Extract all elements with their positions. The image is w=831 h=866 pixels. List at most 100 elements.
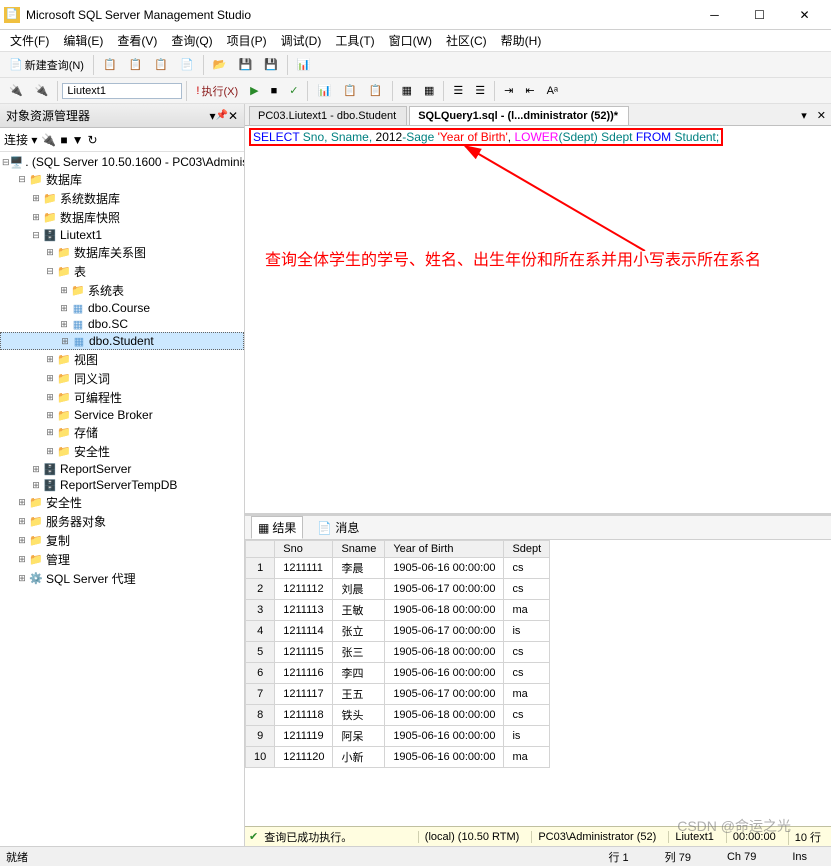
debug-button[interactable]: ▶: [245, 81, 263, 100]
tree-management[interactable]: ⊞📁管理: [0, 550, 244, 569]
save-all-button[interactable]: 💾: [259, 55, 283, 74]
grid-cell: 1211115: [275, 642, 333, 663]
tree-replication[interactable]: ⊞📁复制: [0, 531, 244, 550]
tabs-close-icon[interactable]: ✕: [812, 106, 831, 125]
tree-server-root[interactable]: ⊟🖥️. (SQL Server 10.50.1600 - PC03\Admin…: [0, 154, 244, 170]
table-row[interactable]: 61211116李四1905-06-16 00:00:00cs: [246, 663, 550, 684]
tree-synonyms[interactable]: ⊞📁同义词: [0, 369, 244, 388]
tree-table-student[interactable]: ⊞▦dbo.Student: [0, 332, 244, 350]
menu-file[interactable]: 文件(F): [4, 30, 55, 51]
grid-header-cell[interactable]: [246, 541, 275, 558]
menu-project[interactable]: 项目(P): [221, 30, 273, 51]
watermark: CSDN @命运之光: [677, 816, 791, 836]
close-panel-icon[interactable]: ✕: [228, 109, 238, 123]
sql-editor[interactable]: SELECT Sno, Sname, 2012-Sage 'Year of Bi…: [245, 126, 831, 516]
table-row[interactable]: 31211113王敏1905-06-18 00:00:00ma: [246, 600, 550, 621]
tabs-dropdown-icon[interactable]: ▾: [796, 106, 812, 125]
pin-icon[interactable]: 📌: [215, 110, 227, 121]
filter-icon[interactable]: ▼: [72, 133, 84, 147]
tree-db-liutext1[interactable]: ⊟🗄️Liutext1: [0, 227, 244, 243]
tree-sys-tables[interactable]: ⊞📁系统表: [0, 281, 244, 300]
tree-sys-databases[interactable]: ⊞📁系统数据库: [0, 189, 244, 208]
grid-cell: 1905-06-16 00:00:00: [385, 747, 504, 768]
tree-table-sc[interactable]: ⊞▦dbo.SC: [0, 316, 244, 332]
toolbar-extra-2[interactable]: 📋: [338, 81, 362, 100]
maximize-button[interactable]: ☐: [737, 1, 782, 29]
parse-button[interactable]: ✓: [284, 81, 303, 100]
menu-edit[interactable]: 编辑(E): [57, 30, 109, 51]
tree-reportservertempdb[interactable]: ⊞🗄️ReportServerTempDB: [0, 477, 244, 493]
toolbar-connect-icon[interactable]: 🔌: [4, 81, 28, 100]
table-row[interactable]: 71211117王五1905-06-17 00:00:00ma: [246, 684, 550, 705]
connect-icon-1[interactable]: 🔌: [41, 133, 56, 147]
toolbar-extra-3[interactable]: 📋: [364, 81, 388, 100]
minimize-button[interactable]: ─: [692, 1, 737, 29]
table-row[interactable]: 91211119阿呆1905-06-16 00:00:00is: [246, 726, 550, 747]
indent-button[interactable]: ⇥: [499, 81, 518, 100]
tree-server-objects[interactable]: ⊞📁服务器对象: [0, 512, 244, 531]
menu-tools[interactable]: 工具(T): [329, 30, 380, 51]
status-ins: Ins: [774, 851, 825, 863]
tab-sqlquery1[interactable]: SQLQuery1.sql - (l...dministrator (52))*: [409, 106, 629, 125]
execute-button[interactable]: ! 执行(X): [191, 80, 243, 102]
toolbar-extra-1[interactable]: 📊: [312, 81, 336, 100]
tree-db-snapshots[interactable]: ⊞📁数据库快照: [0, 208, 244, 227]
grid-header-cell[interactable]: Sname: [333, 541, 385, 558]
tree-databases[interactable]: ⊟📁数据库: [0, 170, 244, 189]
menu-query[interactable]: 查询(Q): [165, 30, 218, 51]
tree-db-security[interactable]: ⊞📁安全性: [0, 442, 244, 461]
results-text-icon[interactable]: ▦: [419, 81, 439, 100]
refresh-icon[interactable]: ↻: [87, 133, 97, 147]
tree-tables[interactable]: ⊟📁表: [0, 262, 244, 281]
connect-icon-2[interactable]: ■: [60, 133, 67, 147]
table-row[interactable]: 41211114张立1905-06-17 00:00:00is: [246, 621, 550, 642]
save-button[interactable]: 💾: [234, 55, 258, 74]
grid-header-cell[interactable]: Sdept: [504, 541, 550, 558]
connect-button[interactable]: 连接 ▾: [4, 131, 37, 148]
results-tab-messages[interactable]: 📄消息: [311, 517, 365, 538]
toolbar-btn-3[interactable]: 📋: [149, 55, 173, 74]
table-row[interactable]: 51211115张三1905-06-18 00:00:00cs: [246, 642, 550, 663]
activity-icon[interactable]: 📊: [292, 55, 316, 74]
font-size-button[interactable]: Aᵃ: [542, 82, 563, 100]
stop-button[interactable]: ■: [266, 82, 283, 100]
close-button[interactable]: ✕: [782, 1, 827, 29]
toolbar-btn-4[interactable]: 📄: [175, 55, 199, 74]
tree-db-diagrams[interactable]: ⊞📁数据库关系图: [0, 243, 244, 262]
tree-programmability[interactable]: ⊞📁可编程性: [0, 388, 244, 407]
menu-community[interactable]: 社区(C): [440, 30, 493, 51]
table-row[interactable]: 101211120小新1905-06-16 00:00:00ma: [246, 747, 550, 768]
database-dropdown[interactable]: Liutext1: [62, 83, 182, 99]
tab-table-student[interactable]: PC03.Liutext1 - dbo.Student: [249, 106, 407, 125]
menu-view[interactable]: 查看(V): [111, 30, 163, 51]
tree-table-course[interactable]: ⊞▦dbo.Course: [0, 300, 244, 316]
tree-service-broker[interactable]: ⊞📁Service Broker: [0, 407, 244, 423]
toolbar-disconnect-icon[interactable]: 🔌: [30, 81, 54, 100]
tree-storage[interactable]: ⊞📁存储: [0, 423, 244, 442]
table-row[interactable]: 21211112刘晨1905-06-17 00:00:00cs: [246, 579, 550, 600]
grid-header-cell[interactable]: Sno: [275, 541, 333, 558]
object-tree[interactable]: ⊟🖥️. (SQL Server 10.50.1600 - PC03\Admin…: [0, 152, 244, 846]
results-tab-grid[interactable]: ▦结果: [251, 516, 303, 539]
tree-label: 同义词: [74, 370, 110, 387]
tree-reportserver[interactable]: ⊞🗄️ReportServer: [0, 461, 244, 477]
uncomment-button[interactable]: ☰: [470, 81, 490, 100]
tree-views[interactable]: ⊞📁视图: [0, 350, 244, 369]
new-query-button[interactable]: 📄新建查询(N): [4, 54, 89, 76]
tree-label: 系统数据库: [60, 190, 120, 207]
tree-security[interactable]: ⊞📁安全性: [0, 493, 244, 512]
outdent-button[interactable]: ⇤: [520, 81, 539, 100]
toolbar-btn-2[interactable]: 📋: [124, 55, 148, 74]
results-grid-wrap[interactable]: SnoSnameYear of BirthSdept 11211111李晨190…: [245, 540, 831, 826]
menu-debug[interactable]: 调试(D): [275, 30, 328, 51]
toolbar-btn-1[interactable]: 📋: [98, 55, 122, 74]
grid-header-cell[interactable]: Year of Birth: [385, 541, 504, 558]
menu-help[interactable]: 帮助(H): [495, 30, 548, 51]
results-grid-icon[interactable]: ▦: [397, 81, 417, 100]
comment-button[interactable]: ☰: [448, 81, 468, 100]
tree-sql-agent[interactable]: ⊞⚙️SQL Server 代理: [0, 569, 244, 588]
open-button[interactable]: 📂: [208, 55, 232, 74]
table-row[interactable]: 81211118铁头1905-06-18 00:00:00cs: [246, 705, 550, 726]
table-row[interactable]: 11211111李晨1905-06-16 00:00:00cs: [246, 558, 550, 579]
menu-window[interactable]: 窗口(W): [383, 30, 438, 51]
